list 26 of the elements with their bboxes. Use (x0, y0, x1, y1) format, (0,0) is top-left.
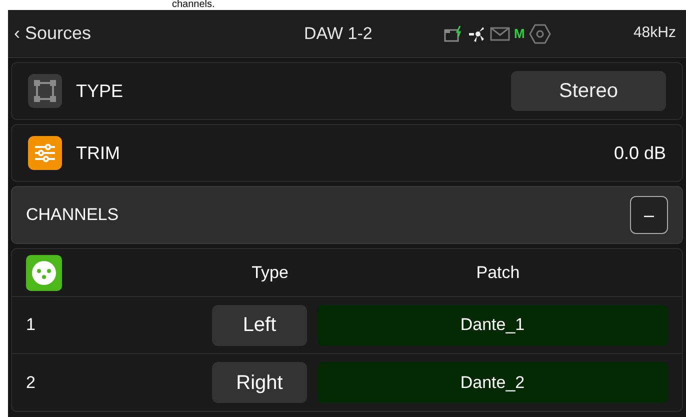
mail-icon (490, 26, 510, 40)
setting-label: TYPE (76, 80, 124, 102)
setting-value: 0.0 dB (614, 142, 666, 164)
status-letter: M (514, 24, 525, 43)
channel-type-button[interactable]: Right (212, 362, 307, 403)
collapse-button[interactable]: – (630, 196, 668, 234)
caption-text: channels. (172, 0, 215, 10)
sample-rate: 48kHz (633, 23, 676, 44)
type-select-button[interactable]: Stereo (511, 71, 666, 111)
fan-icon (468, 24, 486, 42)
section-title: CHANNELS (26, 204, 119, 226)
back-link[interactable]: ‹ Sources (14, 20, 304, 47)
connector-icon (26, 254, 62, 290)
gear-icon (528, 24, 551, 44)
channel-number: 1 (26, 314, 36, 336)
patch-button[interactable]: Dante_1 (317, 304, 668, 346)
battery-charge-icon (444, 26, 464, 42)
patch-button[interactable]: Dante_2 (317, 362, 668, 403)
sliders-icon (28, 136, 62, 170)
channel-type-button[interactable]: Left (212, 304, 307, 346)
setting-label: TRIM (76, 142, 120, 164)
column-header: Patch (475, 262, 521, 284)
column-header: Type (250, 262, 290, 284)
channel-number: 2 (26, 372, 36, 394)
source-title: DAW 1-2 (304, 22, 374, 45)
frame-icon (28, 74, 62, 108)
